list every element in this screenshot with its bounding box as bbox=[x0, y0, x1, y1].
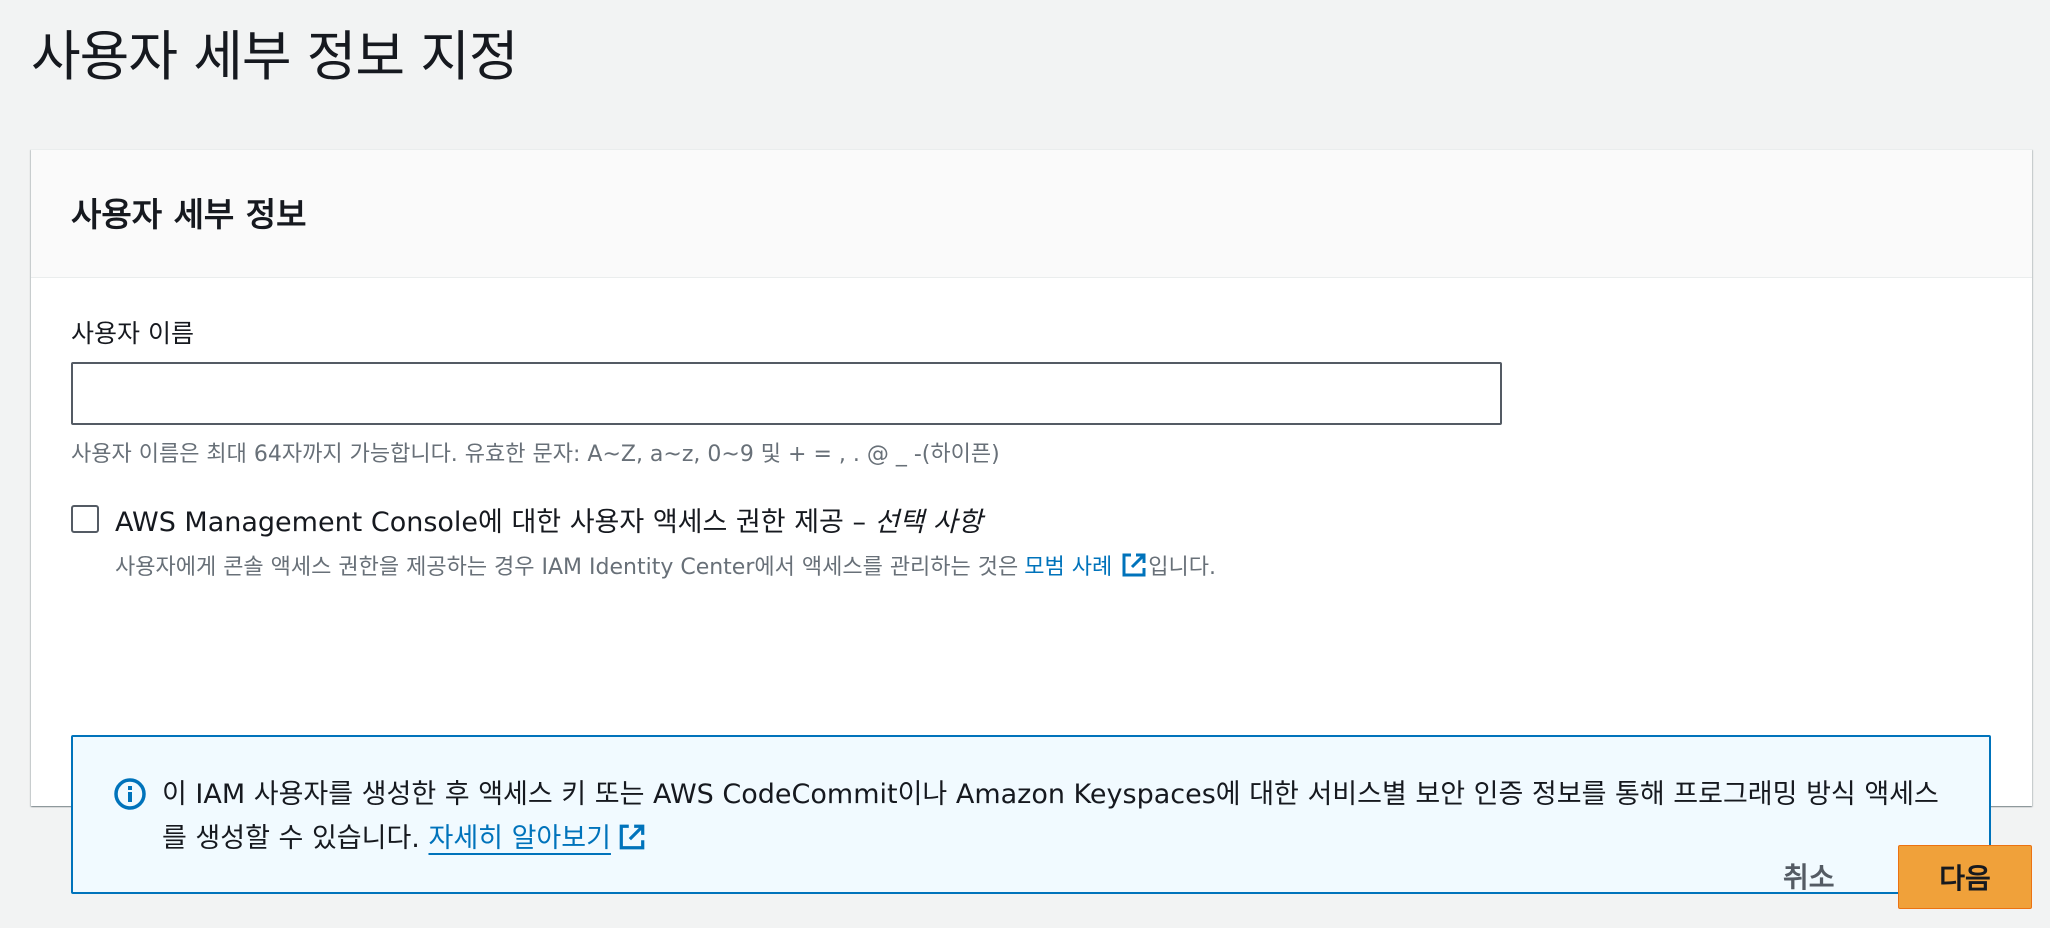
card-title: 사용자 세부 정보 bbox=[71, 195, 307, 234]
optional-label: 선택 사항 bbox=[874, 507, 983, 538]
username-input[interactable] bbox=[71, 362, 1502, 425]
username-constraint-text: 사용자 이름은 최대 64자까지 가능합니다. 유효한 문자: A~Z, a~z… bbox=[71, 442, 1000, 467]
external-link-icon bbox=[1120, 551, 1148, 579]
best-practice-link-label: 모범 사례 bbox=[1024, 555, 1113, 580]
page-title: 사용자 세부 정보 지정 bbox=[31, 25, 519, 88]
card-header: 사용자 세부 정보 bbox=[31, 150, 2032, 278]
console-access-checkbox[interactable] bbox=[71, 505, 99, 533]
best-practice-link[interactable]: 모범 사례 bbox=[1024, 549, 1148, 581]
console-access-option: AWS Management Console에 대한 사용자 액세스 권한 제공… bbox=[71, 500, 1216, 581]
console-access-description: 사용자에게 콘솔 액세스 권한을 제공하는 경우 IAM Identity Ce… bbox=[115, 549, 1216, 581]
info-alert-text: 이 IAM 사용자를 생성한 후 액세스 키 또는 AWS CodeCommit… bbox=[162, 773, 1949, 892]
learn-more-link[interactable]: 자세히 알아보기 bbox=[428, 823, 610, 854]
console-access-text: AWS Management Console에 대한 사용자 액세스 권한 제공… bbox=[115, 500, 1216, 581]
username-label: 사용자 이름 bbox=[71, 319, 194, 348]
console-access-label[interactable]: AWS Management Console에 대한 사용자 액세스 권한 제공… bbox=[115, 500, 1216, 539]
console-access-desc-prefix: 사용자에게 콘솔 액세스 권한을 제공하는 경우 IAM Identity Ce… bbox=[115, 555, 1019, 580]
user-details-card: 사용자 세부 정보 사용자 이름 사용자 이름은 최대 64자까지 가능합니다.… bbox=[31, 149, 2032, 894]
info-circle-icon bbox=[113, 777, 147, 811]
info-alert: 이 IAM 사용자를 생성한 후 액세스 키 또는 AWS CodeCommit… bbox=[71, 735, 1991, 894]
next-button[interactable]: 다음 bbox=[1898, 845, 2032, 909]
console-access-desc-suffix: 입니다. bbox=[1148, 555, 1216, 580]
external-link-icon[interactable] bbox=[617, 822, 647, 852]
cancel-button[interactable]: 취소 bbox=[1763, 848, 1855, 904]
console-access-label-text: AWS Management Console에 대한 사용자 액세스 권한 제공… bbox=[115, 507, 875, 538]
